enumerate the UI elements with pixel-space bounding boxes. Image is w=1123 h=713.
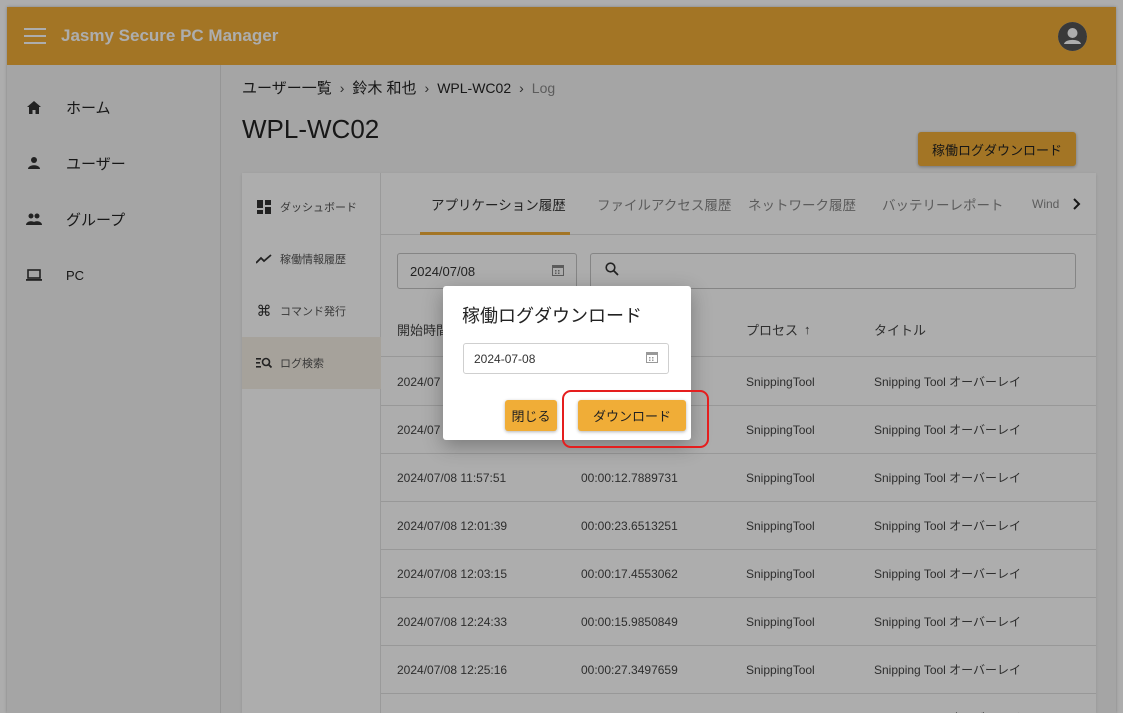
calendar-icon[interactable] xyxy=(646,351,658,366)
dialog-date-field[interactable]: 2024-07-08 xyxy=(463,343,669,374)
dialog-date-value: 2024-07-08 xyxy=(474,351,536,366)
dialog-title: 稼働ログダウンロード xyxy=(462,306,642,326)
dialog-close-button[interactable]: 閉じる xyxy=(505,400,557,431)
annotation-highlight-box xyxy=(562,390,709,448)
